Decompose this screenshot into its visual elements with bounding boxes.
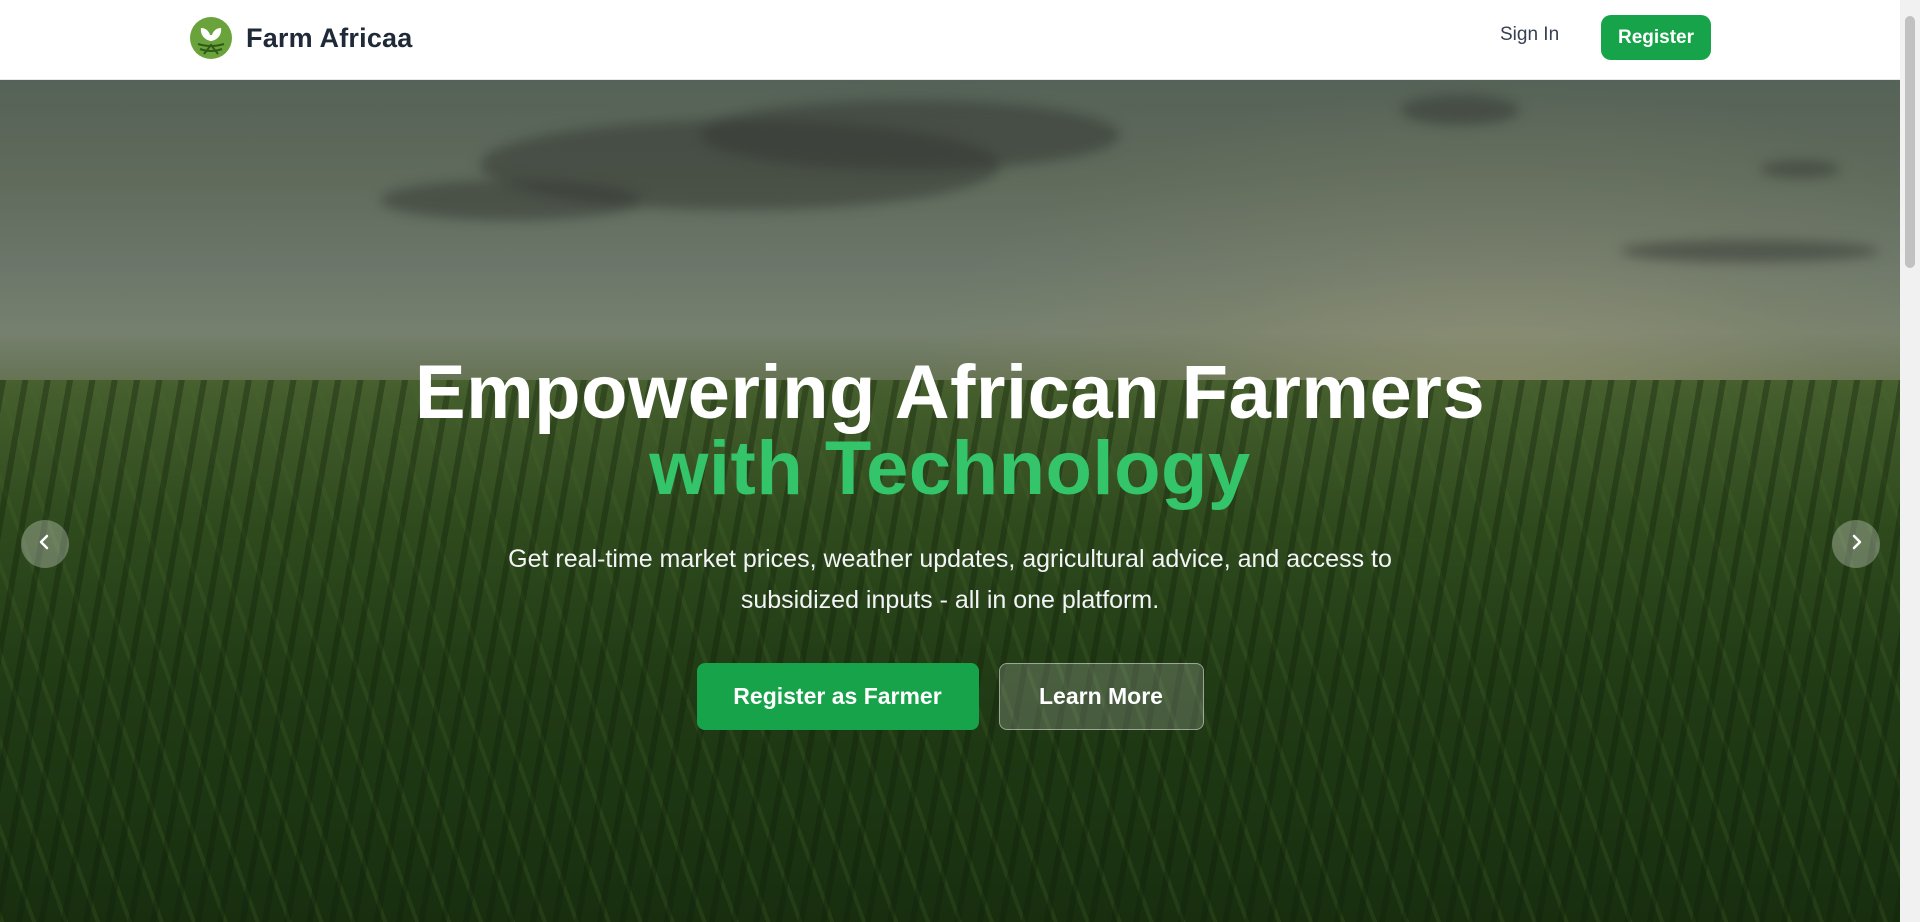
- sign-in-link[interactable]: Sign In: [1500, 24, 1559, 46]
- hero-title: Empowering African Farmers: [414, 350, 1486, 435]
- register-button[interactable]: Register: [1601, 15, 1711, 60]
- brand[interactable]: Farm Africaa: [190, 17, 412, 59]
- top-navbar: Farm Africaa Sign In Register: [0, 0, 1900, 80]
- hero-subtitle: Get real-time market prices, weather upd…: [508, 545, 1392, 614]
- scrollbar-thumb[interactable]: [1905, 16, 1915, 268]
- brand-name: Farm Africaa: [246, 22, 413, 53]
- register-as-farmer-button[interactable]: Register as Farmer: [696, 663, 979, 730]
- hero-content: Empowering African Farmers with Technolo…: [0, 355, 1900, 730]
- hero-cta-row: Register as Farmer Learn More: [0, 663, 1900, 730]
- page-scrollbar[interactable]: [1900, 0, 1920, 922]
- hero-title-highlight: with Technology: [649, 426, 1251, 511]
- learn-more-button[interactable]: Learn More: [998, 663, 1204, 730]
- leaf-sprout-icon: [190, 17, 232, 59]
- hero-section: Empowering African Farmers with Technolo…: [0, 80, 1900, 922]
